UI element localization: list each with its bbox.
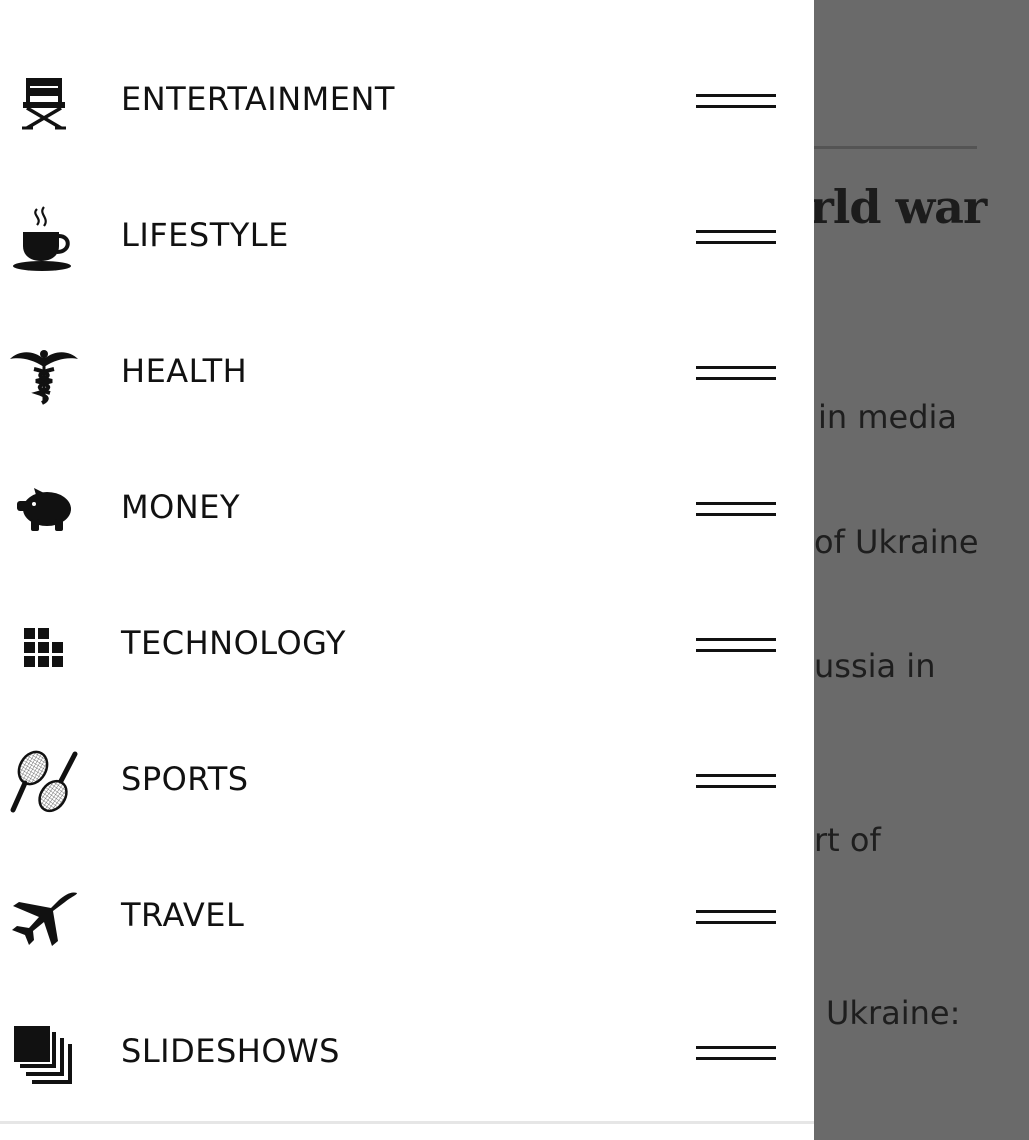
- menu-item-label: MONEY: [121, 488, 240, 526]
- menu-item-travel[interactable]: TRAVEL: [0, 849, 814, 985]
- stacked-squares-icon: [8, 1019, 80, 1091]
- menu-item-label: SPORTS: [121, 760, 249, 798]
- drawer-divider: [0, 1121, 814, 1124]
- article-snippet: rt of: [814, 821, 881, 859]
- article-snippet: in media: [818, 398, 958, 436]
- article-snippet: of Ukraine: [814, 523, 979, 561]
- menu-item-money[interactable]: MONEY: [0, 441, 814, 577]
- drag-handle-icon[interactable]: [690, 491, 782, 527]
- coffee-cup-icon: [8, 203, 80, 275]
- menu-item-label: TECHNOLOGY: [121, 624, 346, 662]
- menu-item-label: SLIDESHOWS: [121, 1032, 340, 1070]
- menu-item-label: ENTERTAINMENT: [121, 80, 395, 118]
- menu-item-label: TRAVEL: [121, 896, 245, 934]
- grid-blocks-icon: [8, 611, 80, 683]
- menu-item-label: HEALTH: [121, 352, 248, 390]
- menu-item-sports[interactable]: SPORTS: [0, 713, 814, 849]
- menu-item-entertainment[interactable]: ENTERTAINMENT: [0, 33, 814, 169]
- piggy-bank-icon: [8, 475, 80, 547]
- drag-handle-icon[interactable]: [690, 83, 782, 119]
- menu-item-lifestyle[interactable]: LIFESTYLE: [0, 169, 814, 305]
- article-snippet: ussia in: [814, 647, 936, 685]
- drag-handle-icon[interactable]: [690, 355, 782, 391]
- article-divider: [814, 146, 977, 149]
- menu-item-slideshows[interactable]: SLIDESHOWS: [0, 985, 814, 1121]
- section-drawer: ENTERTAINMENT LIFESTYLE HEALTH MONEY TEC…: [0, 0, 814, 1140]
- tennis-rackets-icon: [8, 747, 80, 819]
- director-chair-icon: [8, 67, 80, 139]
- drag-handle-icon[interactable]: [690, 763, 782, 799]
- airplane-icon: [8, 883, 80, 955]
- menu-item-label: LIFESTYLE: [121, 216, 289, 254]
- drag-handle-icon[interactable]: [690, 219, 782, 255]
- caduceus-icon: [8, 339, 80, 411]
- drag-handle-icon[interactable]: [690, 899, 782, 935]
- article-snippet: Ukraine:: [826, 994, 961, 1032]
- menu-item-technology[interactable]: TECHNOLOGY: [0, 577, 814, 713]
- drag-handle-icon[interactable]: [690, 1035, 782, 1071]
- menu-item-health[interactable]: HEALTH: [0, 305, 814, 441]
- drag-handle-icon[interactable]: [690, 627, 782, 663]
